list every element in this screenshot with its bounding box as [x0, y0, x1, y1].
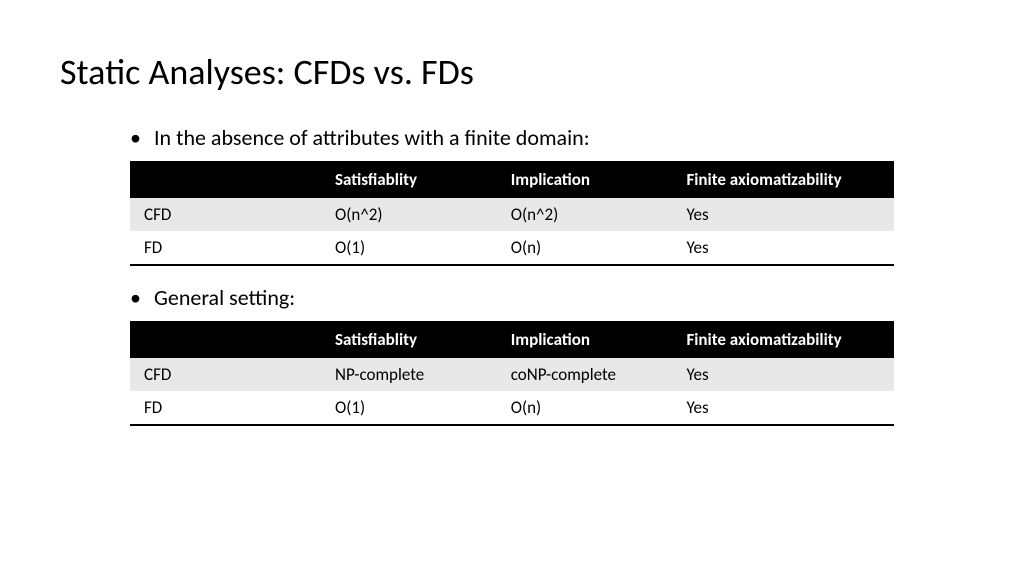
table-header-cell: Finite axiomatizability	[672, 321, 894, 358]
table-header-cell: Satisfiablity	[321, 161, 497, 198]
table-2: Satisfiablity Implication Finite axiomat…	[130, 321, 894, 426]
content-area: In the absence of attributes with a fini…	[60, 124, 964, 426]
table-row: FD O(1) O(n) Yes	[130, 231, 894, 265]
bullet-1: In the absence of attributes with a fini…	[130, 124, 894, 151]
slide-title: Static Analyses: CFDs vs. FDs	[60, 50, 964, 94]
table-header-cell	[130, 321, 321, 358]
table-header-row: Satisfiablity Implication Finite axiomat…	[130, 321, 894, 358]
table-cell: O(1)	[321, 391, 497, 425]
table-cell: O(1)	[321, 231, 497, 265]
table-header-cell: Satisfiablity	[321, 321, 497, 358]
table-cell: CFD	[130, 358, 321, 391]
table-header-cell: Implication	[497, 321, 673, 358]
table-1: Satisfiablity Implication Finite axiomat…	[130, 161, 894, 266]
table-header-cell: Implication	[497, 161, 673, 198]
table-cell: FD	[130, 231, 321, 265]
table-cell: Yes	[672, 231, 894, 265]
table-header-cell: Finite axiomatizability	[672, 161, 894, 198]
table-cell: O(n^2)	[497, 198, 673, 231]
bullet-2: General setting:	[130, 284, 894, 311]
table-row: FD O(1) O(n) Yes	[130, 391, 894, 425]
table-row: CFD O(n^2) O(n^2) Yes	[130, 198, 894, 231]
table-cell: O(n^2)	[321, 198, 497, 231]
table-cell: O(n)	[497, 231, 673, 265]
table-cell: NP-complete	[321, 358, 497, 391]
table-cell: O(n)	[497, 391, 673, 425]
table-cell: CFD	[130, 198, 321, 231]
table-header-cell	[130, 161, 321, 198]
table-cell: Yes	[672, 198, 894, 231]
table-row: CFD NP-complete coNP-complete Yes	[130, 358, 894, 391]
table-header-row: Satisfiablity Implication Finite axiomat…	[130, 161, 894, 198]
table-cell: coNP-complete	[497, 358, 673, 391]
table-cell: Yes	[672, 358, 894, 391]
table-cell: Yes	[672, 391, 894, 425]
table-cell: FD	[130, 391, 321, 425]
